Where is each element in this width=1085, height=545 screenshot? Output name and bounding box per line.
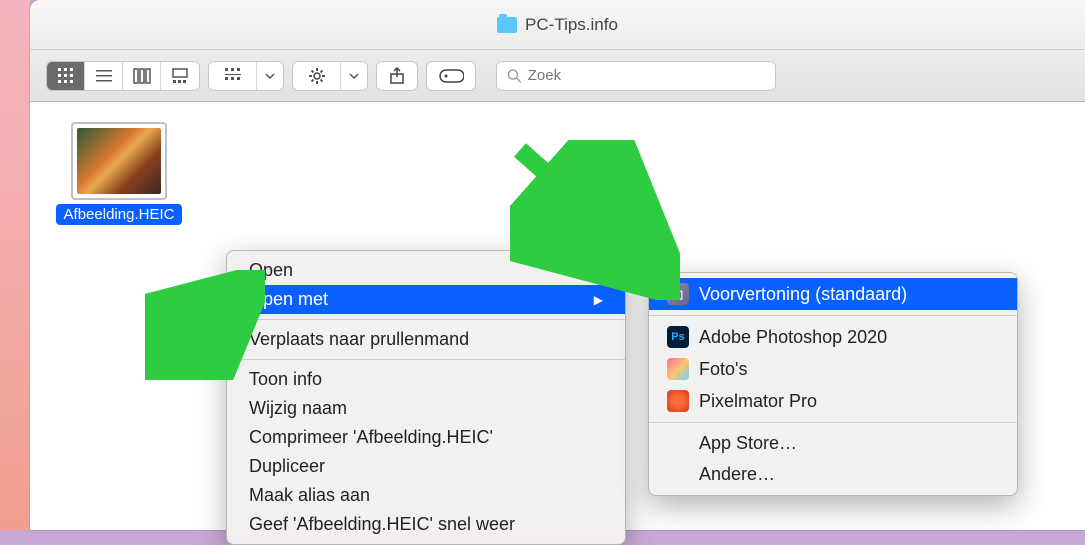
toolbar xyxy=(30,50,1085,102)
submenu-item-photos[interactable]: Foto's xyxy=(649,353,1017,385)
submenu-item-other[interactable]: Andere… xyxy=(649,459,1017,490)
chevron-down-icon xyxy=(349,73,359,79)
icon-view-button[interactable] xyxy=(47,62,85,90)
menu-item-open[interactable]: Open xyxy=(227,256,625,285)
menu-item-make-alias[interactable]: Maak alias aan xyxy=(227,481,625,510)
titlebar[interactable]: PC-Tips.info xyxy=(30,0,1085,50)
column-view-button[interactable] xyxy=(123,62,161,90)
window-title: PC-Tips.info xyxy=(525,15,618,35)
menu-separator xyxy=(227,319,625,320)
menu-item-quick-look[interactable]: Geef 'Afbeelding.HEIC' snel weer xyxy=(227,510,625,539)
file-item[interactable]: Afbeelding.HEIC xyxy=(54,122,184,225)
menu-separator xyxy=(649,422,1017,423)
file-thumbnail xyxy=(71,122,167,200)
grid-icon xyxy=(57,67,75,85)
menu-item-get-info[interactable]: Toon info xyxy=(227,365,625,394)
menu-separator xyxy=(649,315,1017,316)
open-with-submenu: ◧ Voorvertoning (standaard) Ps Adobe Pho… xyxy=(648,272,1018,496)
list-view-button[interactable] xyxy=(85,62,123,90)
columns-icon xyxy=(133,67,151,85)
tags-button[interactable] xyxy=(426,61,476,91)
list-icon xyxy=(95,67,113,85)
preview-app-icon: ◧ xyxy=(667,283,689,305)
file-name-label[interactable]: Afbeelding.HEIC xyxy=(56,204,183,225)
group-by-button[interactable] xyxy=(209,62,257,90)
share-icon xyxy=(388,67,406,85)
submenu-arrow-icon: ▶ xyxy=(594,293,603,307)
search-box[interactable] xyxy=(496,61,776,91)
photos-app-icon xyxy=(667,358,689,380)
photoshop-app-icon: Ps xyxy=(667,326,689,348)
menu-item-move-to-trash[interactable]: Verplaats naar prullenmand xyxy=(227,325,625,354)
submenu-item-app-store[interactable]: App Store… xyxy=(649,428,1017,459)
tag-icon xyxy=(438,68,464,84)
action-dropdown[interactable] xyxy=(341,62,367,90)
submenu-item-pixelmator[interactable]: Pixelmator Pro xyxy=(649,385,1017,417)
search-input[interactable] xyxy=(528,67,765,84)
context-menu: Open Open met ▶ Verplaats naar prullenma… xyxy=(226,250,626,545)
menu-separator xyxy=(227,359,625,360)
menu-item-compress[interactable]: Comprimeer 'Afbeelding.HEIC' xyxy=(227,423,625,452)
chevron-down-icon xyxy=(265,73,275,79)
group-grid-icon xyxy=(224,67,242,85)
action-button-group xyxy=(292,61,368,91)
desktop-background-stripe xyxy=(0,0,30,530)
submenu-item-photoshop[interactable]: Ps Adobe Photoshop 2020 xyxy=(649,321,1017,353)
share-button[interactable] xyxy=(376,61,418,91)
search-icon xyxy=(507,68,522,84)
menu-item-open-with[interactable]: Open met ▶ xyxy=(227,285,625,314)
menu-item-rename[interactable]: Wijzig naam xyxy=(227,394,625,423)
action-button[interactable] xyxy=(293,62,341,90)
view-mode-group xyxy=(46,61,200,91)
gallery-icon xyxy=(171,67,189,85)
menu-item-duplicate[interactable]: Dupliceer xyxy=(227,452,625,481)
submenu-item-preview[interactable]: ◧ Voorvertoning (standaard) xyxy=(649,278,1017,310)
gallery-view-button[interactable] xyxy=(161,62,199,90)
group-by-button-group xyxy=(208,61,284,91)
group-by-dropdown[interactable] xyxy=(257,62,283,90)
gear-icon xyxy=(308,67,326,85)
pixelmator-app-icon xyxy=(667,390,689,412)
folder-icon xyxy=(497,17,517,33)
